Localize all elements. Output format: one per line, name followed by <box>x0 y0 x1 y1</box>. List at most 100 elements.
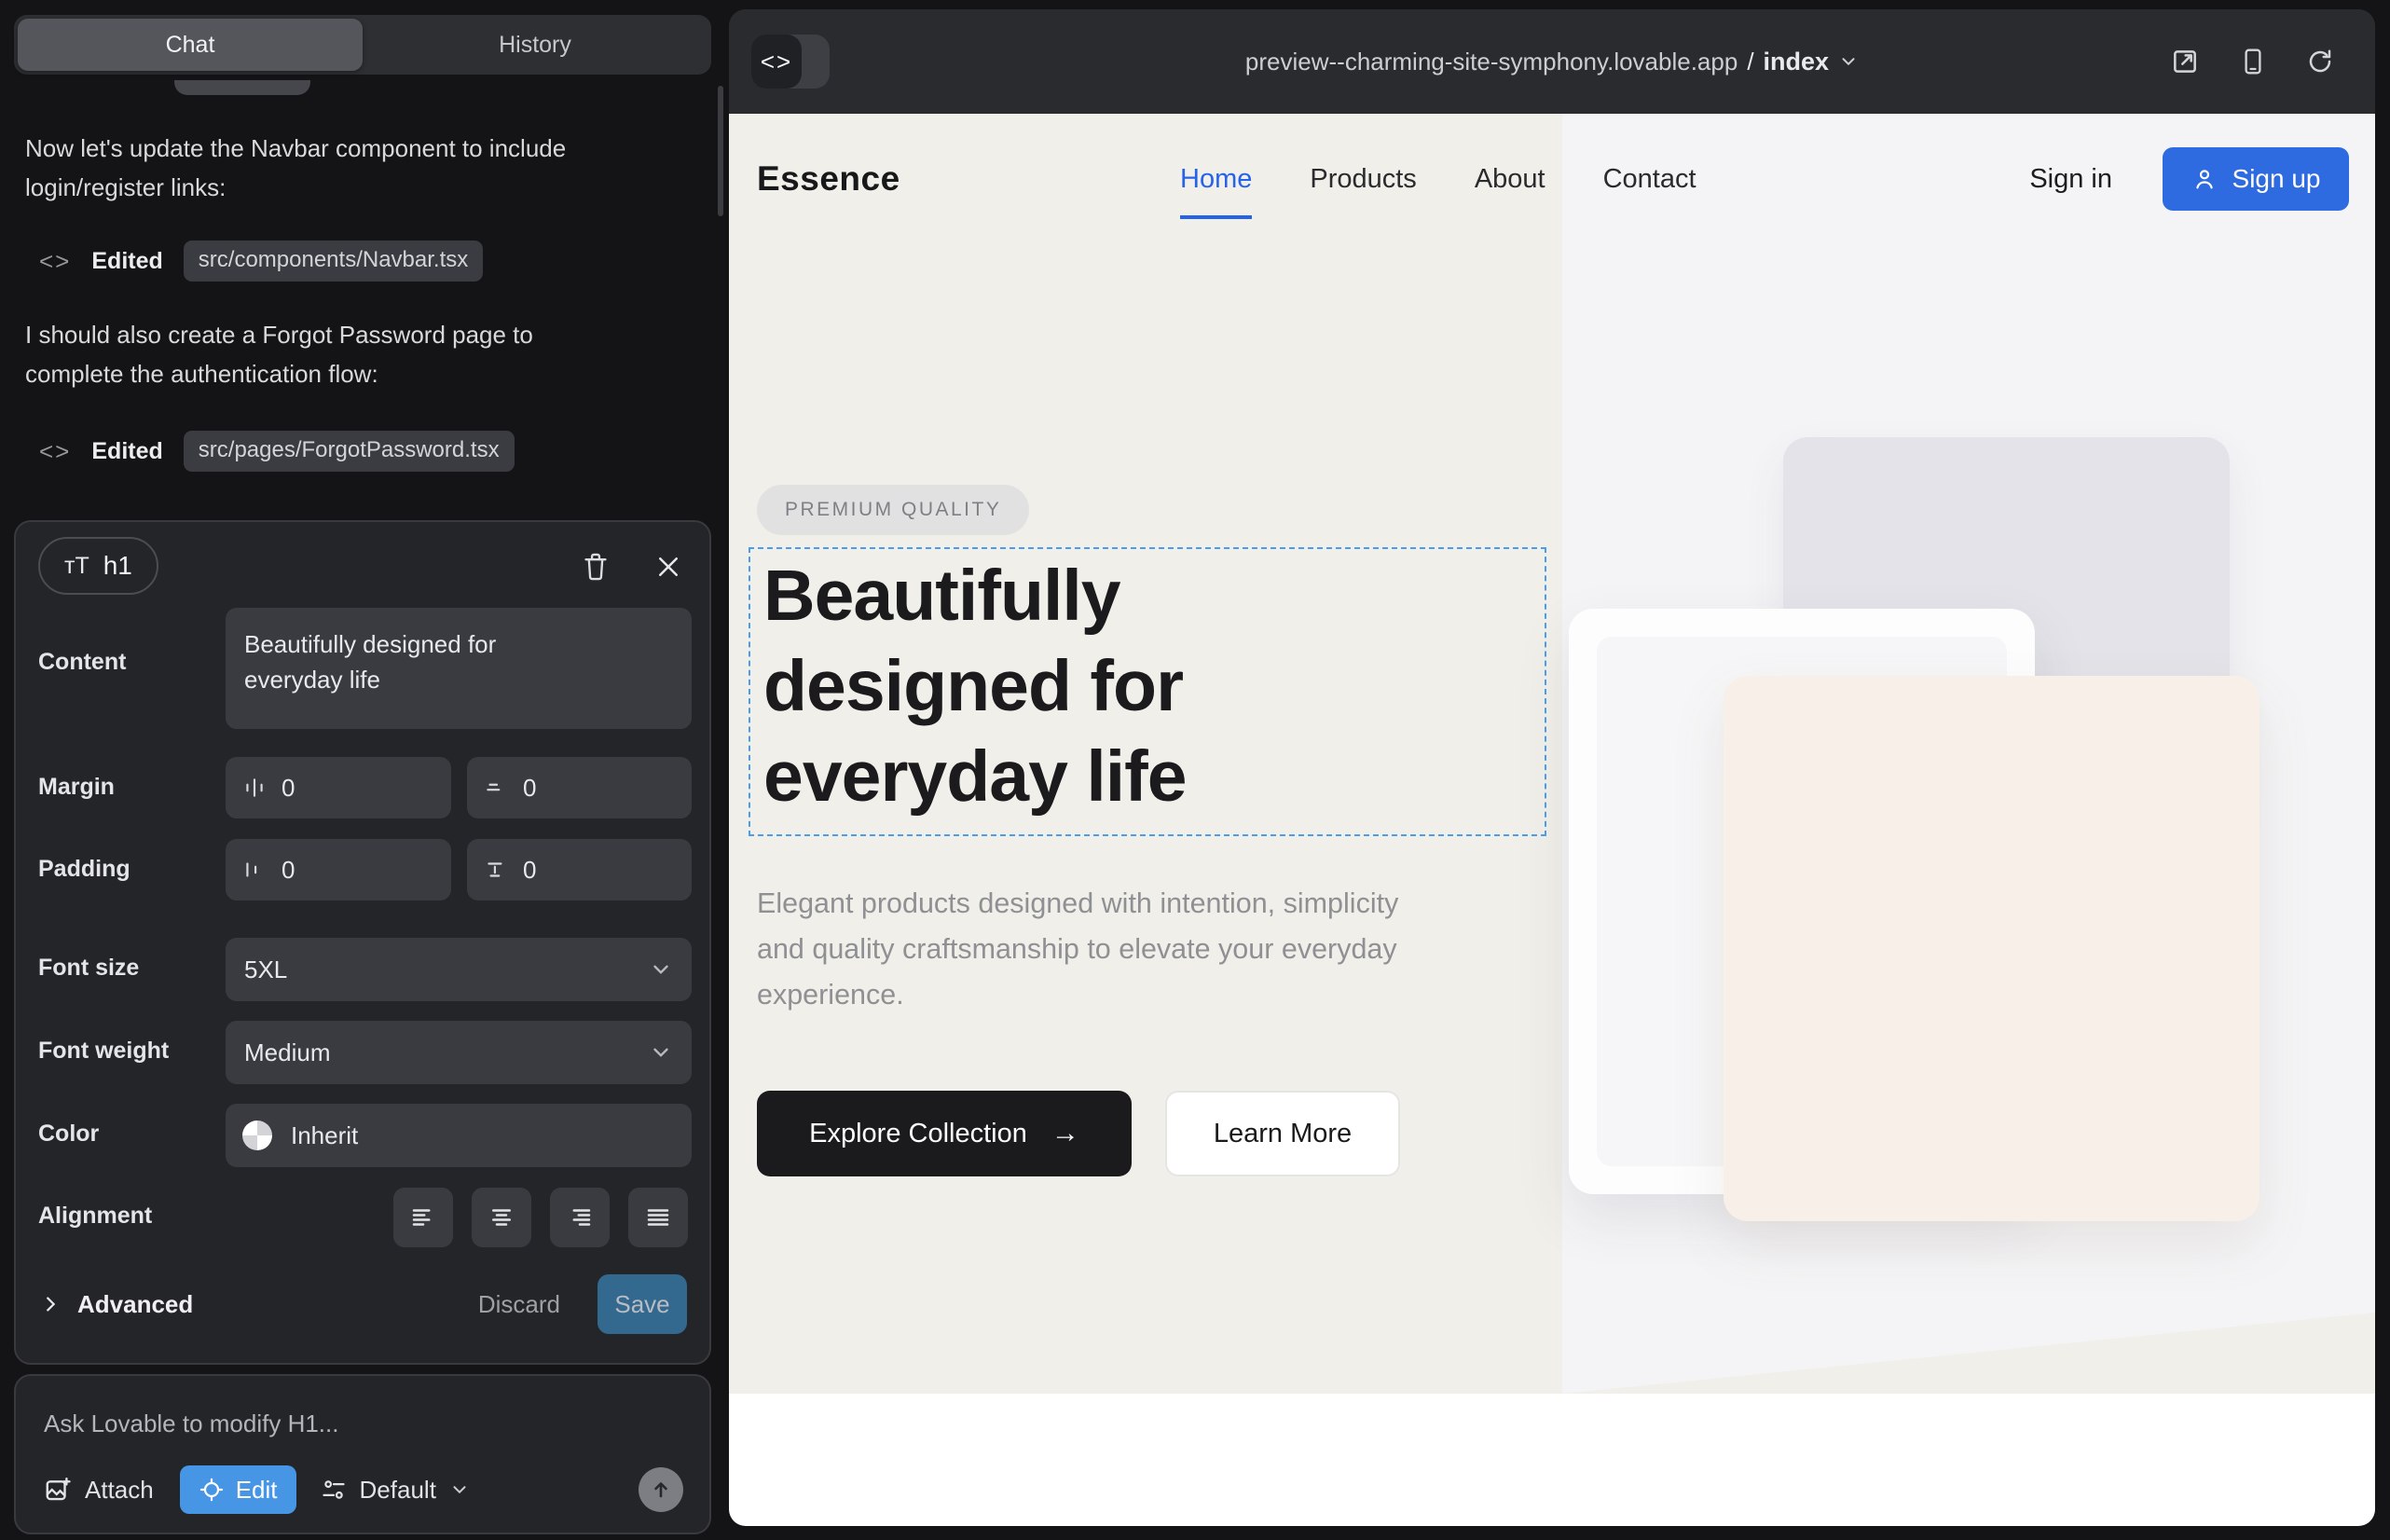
margin-y-input[interactable]: 0 <box>467 757 692 818</box>
inspector-footer: Advanced Discard Save <box>16 1273 709 1335</box>
browser-actions <box>2170 9 2334 114</box>
padding-vertical-icon <box>484 858 508 882</box>
edited-file-row: <> Edited src/pages/ForgotPassword.tsx <box>39 431 515 472</box>
file-chip[interactable]: src/components/Navbar.tsx <box>184 241 483 282</box>
align-left-button[interactable] <box>393 1188 453 1247</box>
edited-label: Edited <box>91 438 162 465</box>
padding-horizontal-icon <box>242 858 267 882</box>
chat-panel: Chat History Now let's update the Navbar… <box>0 0 727 1540</box>
nav-link-about[interactable]: About <box>1475 164 1545 195</box>
chat-scrollbar[interactable] <box>718 86 723 216</box>
composer-input[interactable]: Ask Lovable to modify H1... <box>44 1409 338 1438</box>
assistant-message: Now let's update the Navbar component to… <box>25 129 570 207</box>
element-inspector-panel: тT h1 Content Beautifully d <box>14 520 711 1365</box>
chevron-down-icon <box>649 1040 673 1065</box>
h1-selection-outline[interactable]: Beautifully designed for everyday life <box>749 547 1546 836</box>
margin-horizontal-icon <box>242 776 267 800</box>
margin-label: Margin <box>38 774 115 801</box>
user-icon <box>2191 166 2218 192</box>
margin-x-input[interactable]: 0 <box>226 757 451 818</box>
mobile-view-button[interactable] <box>2239 47 2267 76</box>
chat-history-tabs: Chat History <box>14 15 711 75</box>
alignment-buttons <box>393 1188 688 1247</box>
align-right-icon <box>566 1203 594 1231</box>
content-label: Content <box>38 649 126 676</box>
attach-button[interactable]: Attach <box>44 1476 154 1505</box>
default-model-dropdown[interactable]: Default <box>321 1476 470 1505</box>
nav-link-products[interactable]: Products <box>1310 164 1416 195</box>
color-picker-field[interactable]: Inherit <box>226 1104 692 1167</box>
advanced-toggle[interactable]: Advanced <box>40 1290 193 1319</box>
url-bar[interactable]: preview--charming-site-symphony.lovable.… <box>729 9 2375 114</box>
nav-auth: Sign in Sign up <box>2029 114 2349 244</box>
edit-mode-button[interactable]: Edit <box>180 1465 296 1514</box>
color-swatch-transparent <box>242 1121 272 1150</box>
nav-link-contact[interactable]: Contact <box>1603 164 1696 195</box>
alignment-label: Alignment <box>38 1203 152 1230</box>
open-external-button[interactable] <box>2170 47 2200 76</box>
chat-composer: Ask Lovable to modify H1... Attach <box>14 1374 711 1534</box>
site-logo[interactable]: Essence <box>757 159 900 199</box>
font-weight-select[interactable]: Medium <box>226 1021 692 1084</box>
chevron-down-icon <box>649 957 673 982</box>
delete-element-button[interactable] <box>575 546 616 587</box>
image-plus-icon <box>44 1476 72 1504</box>
site-navbar: Essence Home Products About Contact Sign… <box>729 114 2375 244</box>
hero-heading: Beautifully designed for everyday life <box>763 551 1285 822</box>
discard-button[interactable]: Discard <box>478 1290 560 1319</box>
selected-element-chip: тT h1 <box>38 537 158 595</box>
tab-history[interactable]: History <box>363 19 707 71</box>
element-tag-label: h1 <box>103 551 132 581</box>
decorative-card-peach <box>1724 676 2260 1221</box>
learn-more-button[interactable]: Learn More <box>1165 1091 1400 1176</box>
url-separator: / <box>1747 48 1753 76</box>
padding-x-input[interactable]: 0 <box>226 839 451 901</box>
code-icon: <> <box>39 437 71 466</box>
align-center-icon <box>488 1203 515 1231</box>
sign-up-button[interactable]: Sign up <box>2163 147 2349 211</box>
tab-chat[interactable]: Chat <box>18 19 363 71</box>
save-button[interactable]: Save <box>598 1274 687 1334</box>
close-icon <box>654 553 682 581</box>
explore-collection-button[interactable]: Explore Collection → <box>757 1091 1132 1176</box>
chevron-down-icon <box>449 1479 470 1500</box>
align-center-button[interactable] <box>472 1188 531 1247</box>
hero-paragraph: Elegant products designed with intention… <box>757 881 1400 1018</box>
preview-browser-frame: <> preview--charming-site-symphony.lovab… <box>729 9 2375 1526</box>
arrow-up-icon <box>650 1478 672 1501</box>
lovable-editor-window: Chat History Now let's update the Navbar… <box>0 0 2390 1540</box>
margin-vertical-icon <box>484 776 508 800</box>
sign-in-link[interactable]: Sign in <box>2029 164 2112 195</box>
align-justify-button[interactable] <box>628 1188 688 1247</box>
close-inspector-button[interactable] <box>648 546 689 587</box>
arrow-right-icon: → <box>1051 1118 1079 1149</box>
content-textarea[interactable]: Beautifully designed for everyday life <box>226 608 692 729</box>
send-button[interactable] <box>639 1467 683 1512</box>
chevron-down-icon <box>1838 51 1859 72</box>
assistant-message: I should also create a Forgot Password p… <box>25 315 570 393</box>
hero-section: Essence Home Products About Contact Sign… <box>729 114 2375 1394</box>
font-weight-label: Font weight <box>38 1038 169 1065</box>
trash-icon <box>581 551 611 583</box>
edited-file-row: <> Edited src/components/Navbar.tsx <box>39 241 483 282</box>
font-size-label: Font size <box>38 955 139 982</box>
code-icon: <> <box>39 247 71 276</box>
edited-label: Edited <box>91 248 162 275</box>
scrolled-file-chip-partial <box>174 80 310 95</box>
chevron-right-icon <box>40 1294 61 1314</box>
url-host: preview--charming-site-symphony.lovable.… <box>1245 48 1738 76</box>
sliders-icon <box>321 1477 347 1503</box>
padding-label: Padding <box>38 856 130 883</box>
font-size-select[interactable]: 5XL <box>226 938 692 1001</box>
browser-toolbar: <> preview--charming-site-symphony.lovab… <box>729 9 2375 114</box>
target-icon <box>199 1477 225 1503</box>
url-path-dropdown[interactable]: index <box>1764 48 1830 76</box>
file-chip[interactable]: src/pages/ForgotPassword.tsx <box>184 431 515 472</box>
padding-y-input[interactable]: 0 <box>467 839 692 901</box>
nav-link-home[interactable]: Home <box>1180 164 1252 195</box>
site-viewport: Essence Home Products About Contact Sign… <box>729 114 2375 1526</box>
align-justify-icon <box>644 1203 672 1231</box>
text-type-icon: тT <box>64 553 89 580</box>
align-right-button[interactable] <box>550 1188 610 1247</box>
refresh-button[interactable] <box>2306 48 2334 76</box>
